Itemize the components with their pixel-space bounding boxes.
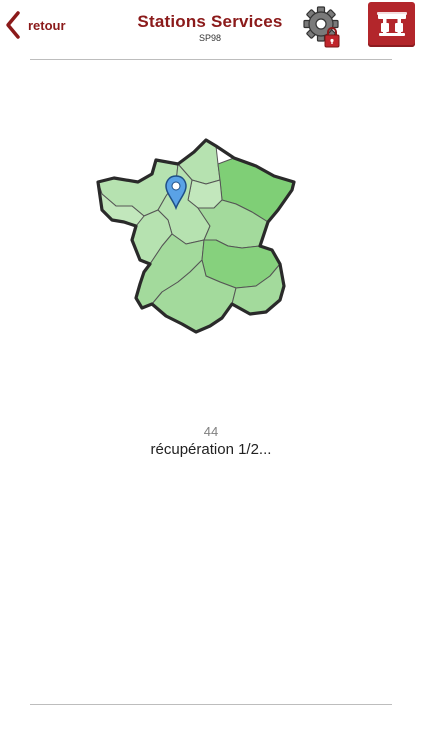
settings-button[interactable]: [302, 5, 344, 49]
back-button[interactable]: retour: [4, 8, 66, 42]
page-title: Stations Services: [137, 12, 283, 31]
france-map: [96, 136, 302, 342]
loading-status: récupération 1/2...: [150, 441, 272, 458]
fuel-pump-icon: [376, 11, 407, 36]
header-divider: [30, 59, 392, 60]
gear-lock-icon: [303, 6, 340, 48]
title-block: Stations Services SP98: [120, 12, 300, 43]
back-label: retour: [28, 17, 66, 33]
header: retour Stations Services SP98: [0, 0, 422, 58]
station-count: 44: [203, 424, 219, 439]
chevron-left-icon: [6, 11, 20, 39]
screen: retour Stations Services SP98 44 récupér…: [0, 0, 422, 750]
fuel-type-subtitle: SP98: [198, 33, 222, 43]
fuel-station-button[interactable]: [368, 2, 415, 47]
france-map-icon: [96, 138, 296, 334]
footer-divider: [30, 704, 392, 705]
